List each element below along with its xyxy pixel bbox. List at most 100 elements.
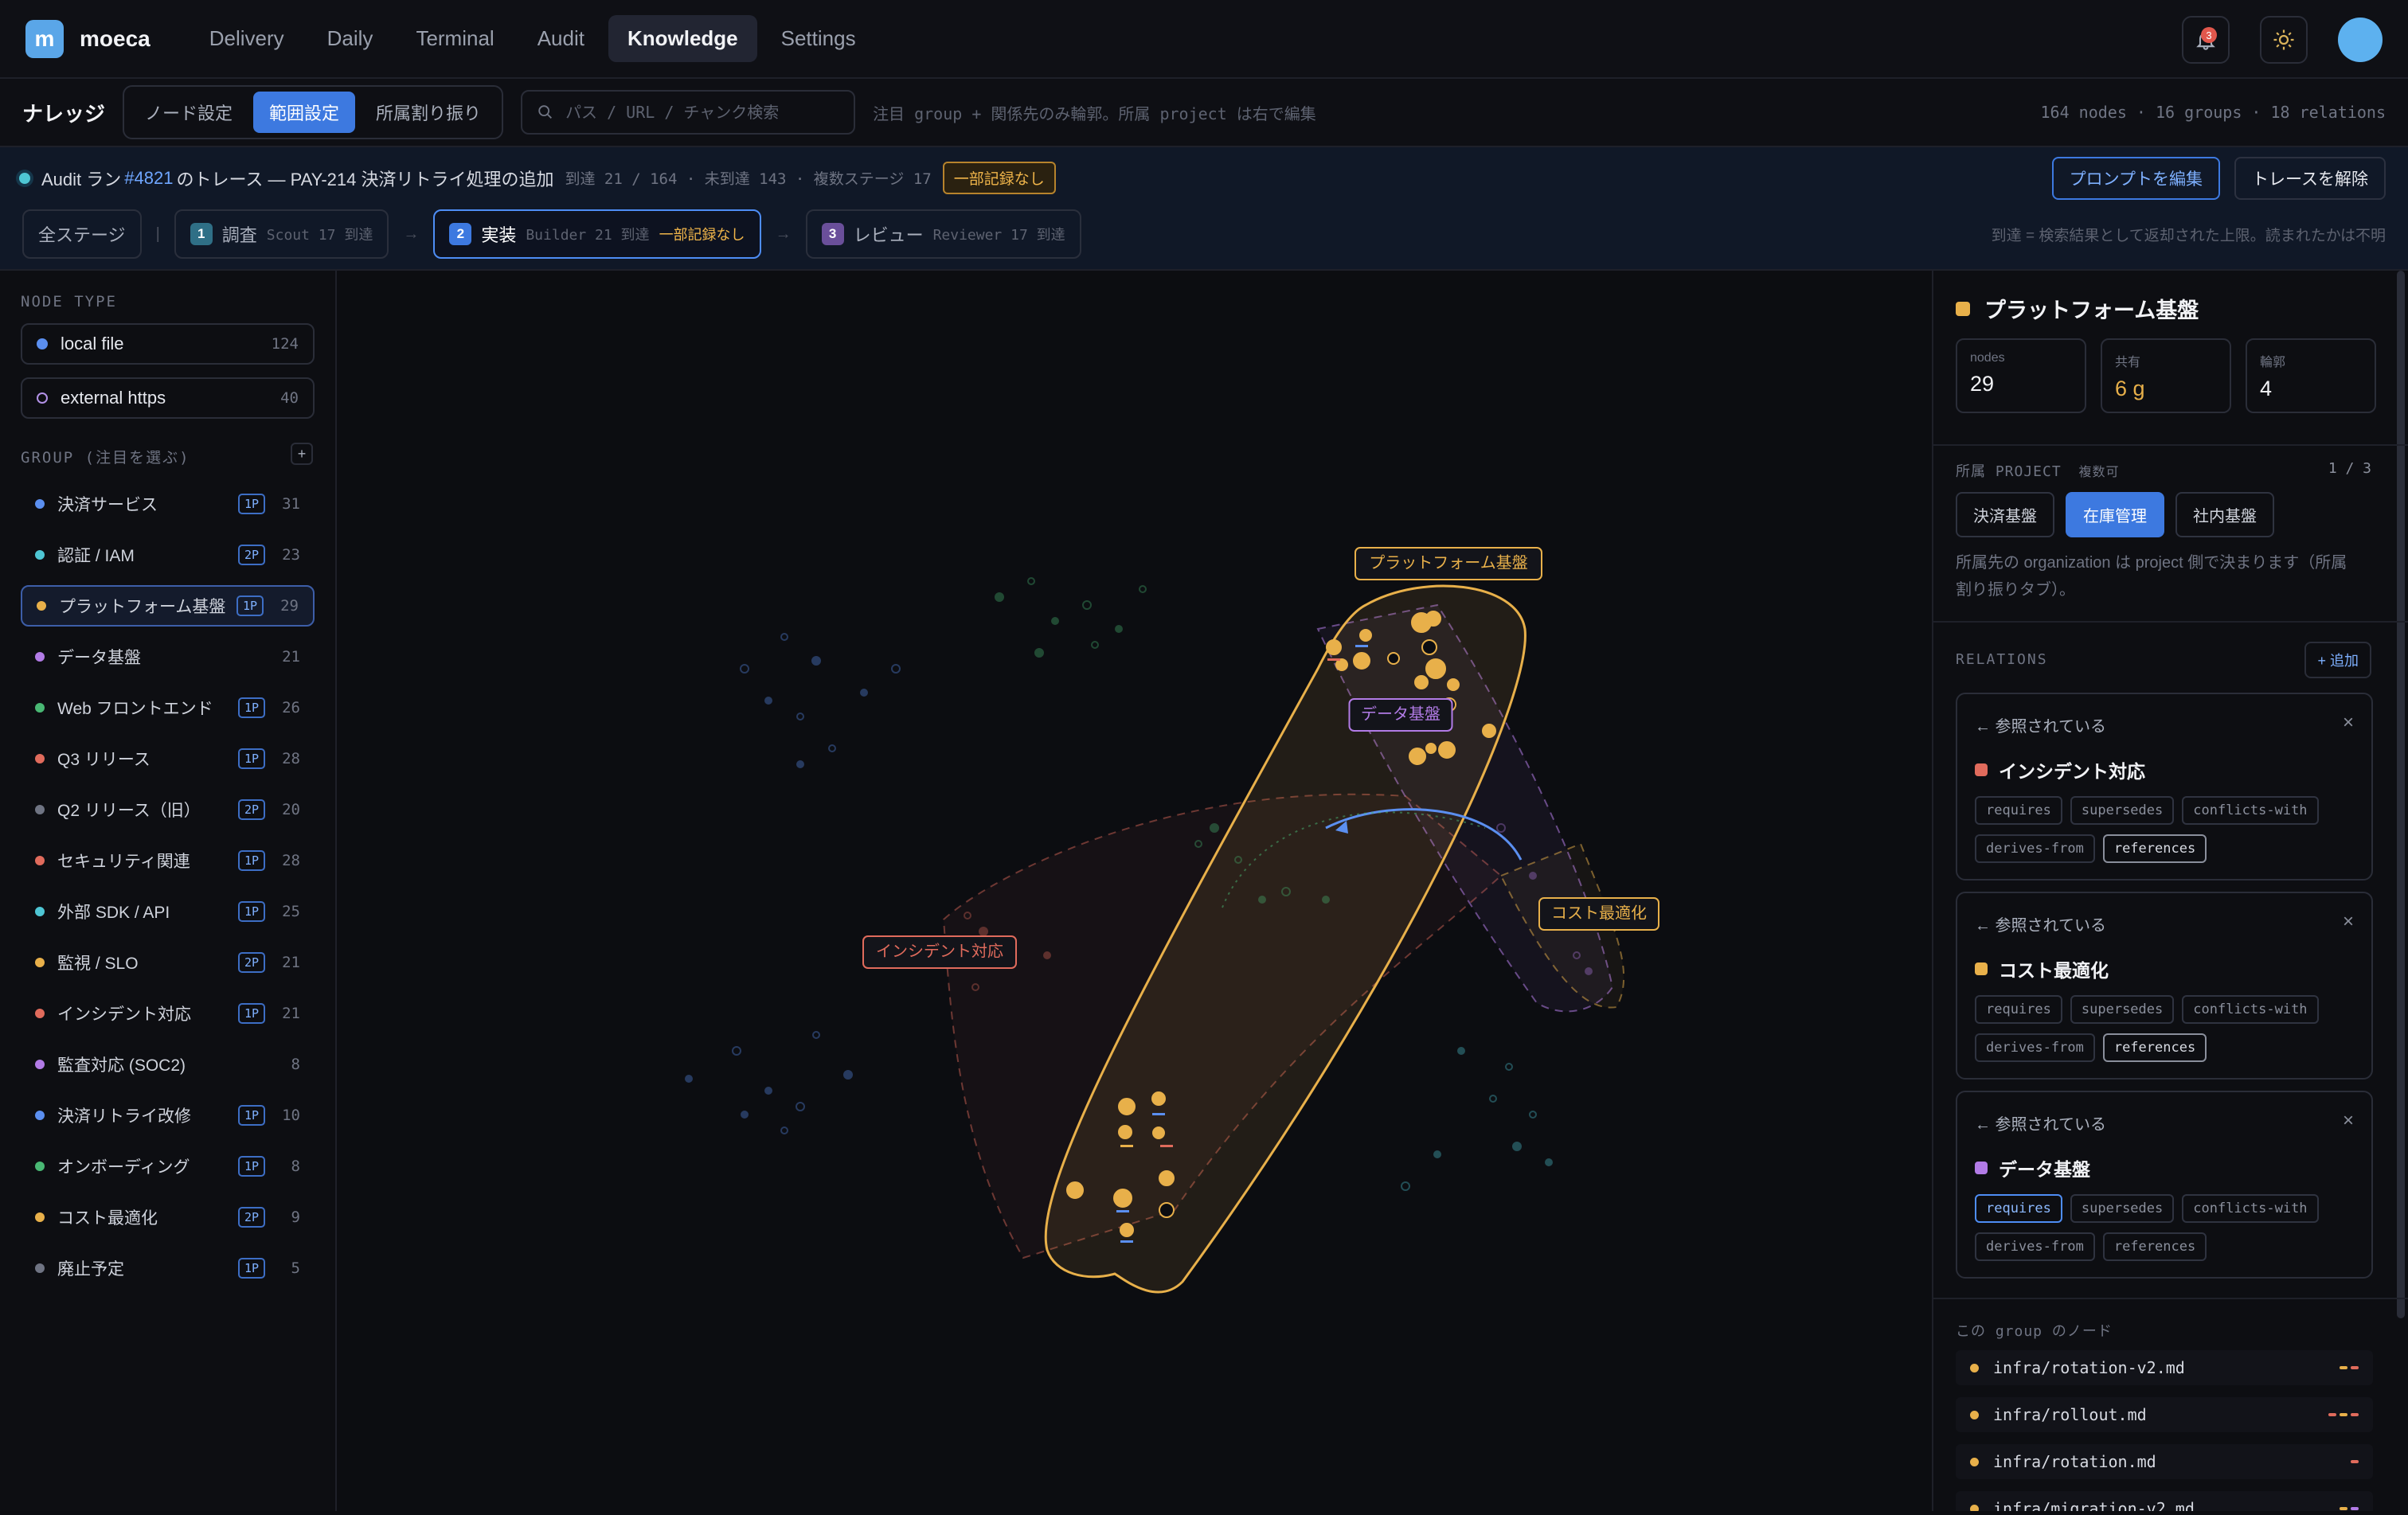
segment-tab-2[interactable]: 範囲設定 [253, 92, 356, 133]
faint-node[interactable] [979, 927, 988, 936]
group-item[interactable]: 決済サービス 1P 31 [21, 483, 315, 525]
faint-node[interactable] [685, 1075, 693, 1083]
group-item[interactable]: 監視 / SLO 2P 21 [21, 942, 315, 983]
group-item[interactable]: オンボーディング 1P 8 [21, 1146, 315, 1187]
group-node-item[interactable]: infra/rotation-v2.md [1956, 1350, 2373, 1385]
platform-node[interactable] [1118, 1125, 1132, 1139]
node-type-item[interactable]: local file 124 [21, 323, 315, 365]
faint-node[interactable] [1505, 1063, 1513, 1071]
group-item[interactable]: コスト最適化 2P 9 [21, 1197, 315, 1238]
cost-label[interactable]: コスト最適化 [1538, 897, 1659, 931]
clear-trace-button[interactable]: トレースを解除 [2234, 157, 2386, 200]
notifications-button[interactable]: 3 [2182, 16, 2230, 64]
faint-node[interactable] [1489, 1095, 1497, 1103]
faint-node[interactable] [1585, 967, 1593, 975]
platform-node[interactable] [1438, 741, 1456, 759]
faint-node[interactable] [1027, 577, 1035, 585]
nav-tab-audit[interactable]: Audit [518, 15, 604, 62]
relation-type-chip[interactable]: conflicts-with [2182, 995, 2319, 1024]
faint-node[interactable] [1034, 648, 1044, 658]
platform-node[interactable] [1425, 658, 1446, 679]
group-item[interactable]: 決済リトライ改修 1P 10 [21, 1095, 315, 1136]
faint-node[interactable] [780, 633, 788, 641]
remove-relation-button[interactable]: × [2343, 712, 2354, 734]
platform-node[interactable] [1359, 629, 1372, 642]
faint-node[interactable] [1043, 951, 1051, 959]
nav-tab-knowledge[interactable]: Knowledge [608, 15, 757, 62]
faint-node[interactable] [1433, 1150, 1441, 1158]
platform-node[interactable] [1335, 658, 1348, 671]
faint-node[interactable] [1051, 617, 1059, 625]
group-node-item[interactable]: infra/rollout.md [1956, 1397, 2373, 1432]
platform-node[interactable] [1120, 1223, 1134, 1237]
group-item[interactable]: 廃止予定 1P 5 [21, 1248, 315, 1289]
platform-label[interactable]: プラットフォーム基盤 [1354, 547, 1542, 580]
relation-type-chip[interactable]: requires [1975, 796, 2062, 825]
faint-node[interactable] [1401, 1181, 1410, 1191]
search-input[interactable] [565, 103, 837, 122]
faint-node[interactable] [860, 689, 868, 697]
faint-node[interactable] [740, 664, 749, 674]
segment-tab-1[interactable]: ノード設定 [129, 92, 248, 133]
faint-node[interactable] [796, 713, 804, 720]
faint-node[interactable] [764, 697, 772, 705]
nav-tab-delivery[interactable]: Delivery [190, 15, 303, 62]
panel-scrollbar[interactable] [2397, 271, 2405, 1318]
faint-node[interactable] [732, 1046, 741, 1056]
group-item[interactable]: 外部 SDK / API 1P 25 [21, 891, 315, 932]
faint-node[interactable] [891, 664, 901, 674]
knowledge-graph-canvas[interactable]: プラットフォーム基盤 データ基盤 インシデント対応 コスト最適化 [338, 271, 1931, 1511]
faint-node[interactable] [1139, 585, 1147, 593]
relation-type-chip[interactable]: supersedes [2070, 796, 2175, 825]
incident-label[interactable]: インシデント対応 [862, 935, 1017, 969]
relation-type-chip[interactable]: requires [1975, 995, 2062, 1024]
platform-node[interactable] [1414, 675, 1429, 689]
platform-node[interactable] [1113, 1189, 1132, 1208]
segment-tab-3[interactable]: 所属割り振り [360, 92, 497, 133]
nav-tab-daily[interactable]: Daily [308, 15, 393, 62]
group-item[interactable]: Q2 リリース（旧） 2P 20 [21, 789, 315, 830]
group-item[interactable]: セキュリティ関連 1P 28 [21, 840, 315, 881]
faint-node[interactable] [741, 1111, 749, 1119]
platform-node[interactable] [1425, 611, 1441, 627]
platform-node[interactable] [1447, 678, 1460, 691]
relation-type-chip[interactable]: references [2102, 1033, 2207, 1062]
platform-node[interactable] [1159, 1202, 1175, 1218]
group-item[interactable]: 認証 / IAM 2P 23 [21, 534, 315, 576]
platform-node[interactable] [1152, 1126, 1165, 1139]
faint-node[interactable] [812, 1031, 820, 1039]
stage-3[interactable]: 3 レビュー Reviewer 17 到達 [805, 209, 1081, 259]
relation-type-chip[interactable]: supersedes [2070, 995, 2175, 1024]
faint-node[interactable] [1529, 1111, 1537, 1119]
platform-node[interactable] [1425, 743, 1437, 754]
group-node-item[interactable]: infra/rotation.md [1956, 1444, 2373, 1479]
faint-node[interactable] [1512, 1142, 1522, 1151]
node-type-item[interactable]: external https 40 [21, 377, 315, 419]
group-item[interactable]: 監査対応 (SOC2) 8 [21, 1044, 315, 1085]
stage-all[interactable]: 全ステージ [22, 209, 142, 259]
stage-1[interactable]: 1 調査 Scout 17 到達 [174, 209, 389, 259]
platform-node[interactable] [1326, 639, 1342, 655]
faint-node[interactable] [1545, 1158, 1553, 1166]
project-chip[interactable]: 社内基盤 [2175, 492, 2274, 537]
faint-node[interactable] [1258, 896, 1266, 904]
remove-relation-button[interactable]: × [2343, 1110, 2354, 1132]
edit-prompt-button[interactable]: プロンプトを編集 [2051, 157, 2221, 200]
faint-node[interactable] [995, 592, 1004, 602]
platform-node[interactable] [1421, 639, 1437, 655]
group-item[interactable]: Web フロントエンド 1P 26 [21, 687, 315, 728]
stage-2[interactable]: 2 実装 Builder 21 到達 一部記録なし [433, 209, 761, 259]
project-chip[interactable]: 決済基盤 [1956, 492, 2054, 537]
platform-node[interactable] [1066, 1181, 1084, 1199]
platform-node[interactable] [1118, 1098, 1136, 1115]
faint-node[interactable] [1091, 641, 1099, 649]
relation-type-chip[interactable]: requires [1975, 1194, 2062, 1223]
faint-node[interactable] [1457, 1047, 1465, 1055]
faint-node[interactable] [796, 1102, 805, 1111]
audit-run-link[interactable]: #4821 [124, 168, 173, 189]
platform-node[interactable] [1353, 652, 1370, 670]
faint-node[interactable] [1322, 896, 1330, 904]
app-logo[interactable]: m [25, 19, 64, 58]
user-avatar[interactable] [2338, 18, 2383, 62]
group-item[interactable]: Q3 リリース 1P 28 [21, 738, 315, 779]
